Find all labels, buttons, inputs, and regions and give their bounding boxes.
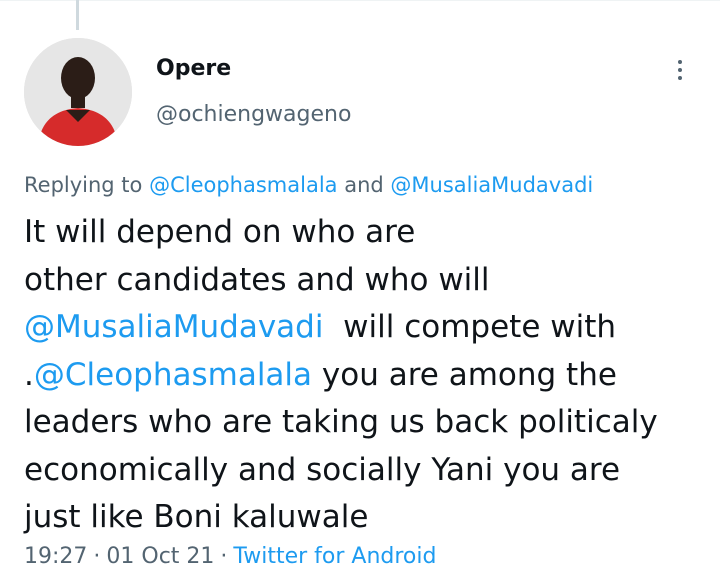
thread-connector-line	[76, 0, 79, 30]
tweet-source-link[interactable]: Twitter for Android	[233, 544, 436, 569]
tweet-line: economically and socially Yani you are	[24, 451, 621, 488]
avatar[interactable]	[24, 38, 132, 146]
tweet-line: just like Boni kaluwale	[24, 499, 369, 535]
tweet-time[interactable]: 19:27	[24, 544, 87, 569]
tweet-line: It will depend on who are	[24, 214, 416, 250]
tweet-text: It will depend on who are other candidat…	[24, 209, 714, 542]
tweet-date[interactable]: 01 Oct 21	[106, 544, 214, 569]
tweet-metadata: 19:27 · 01 Oct 21 · Twitter for Android	[24, 544, 436, 569]
meta-separator: ·	[220, 544, 228, 569]
tweet-line: .@Cleophasmalala you are among the	[24, 352, 714, 400]
replying-to-joiner: and	[337, 173, 391, 197]
more-vertical-icon-dot	[678, 68, 682, 72]
tweet-line: leaders who are taking us back political…	[24, 404, 658, 440]
tweet-mention-cleophasmalala[interactable]: @Cleophasmalala	[34, 357, 312, 393]
tweet-line-text: will compete with	[323, 309, 617, 345]
meta-separator: ·	[93, 544, 101, 569]
more-options-button[interactable]	[664, 52, 696, 88]
more-vertical-icon-dot	[678, 76, 682, 80]
more-vertical-icon	[678, 60, 682, 64]
reply-mention-cleophasmalala[interactable]: @Cleophasmalala	[149, 173, 337, 197]
replying-to-context: Replying to @Cleophasmalala and @Musalia…	[24, 173, 593, 197]
tweet-line: @MusaliaMudavadi will compete with	[24, 304, 714, 352]
tweet-line-text: you are among the	[312, 356, 617, 393]
avatar-photo	[24, 38, 132, 146]
tweet-line-prefix: .	[24, 356, 34, 393]
replying-to-label: Replying to	[24, 173, 150, 197]
reply-mention-musaliamudavadi[interactable]: @MusaliaMudavadi	[390, 173, 593, 197]
top-divider	[0, 0, 720, 1]
tweet-line: other candidates and who will	[24, 261, 490, 298]
author-handle[interactable]: @ochiengwageno	[156, 102, 351, 127]
author-name[interactable]: Opere	[156, 56, 231, 81]
tweet-mention-musaliamudavadi[interactable]: @MusaliaMudavadi	[24, 309, 323, 345]
